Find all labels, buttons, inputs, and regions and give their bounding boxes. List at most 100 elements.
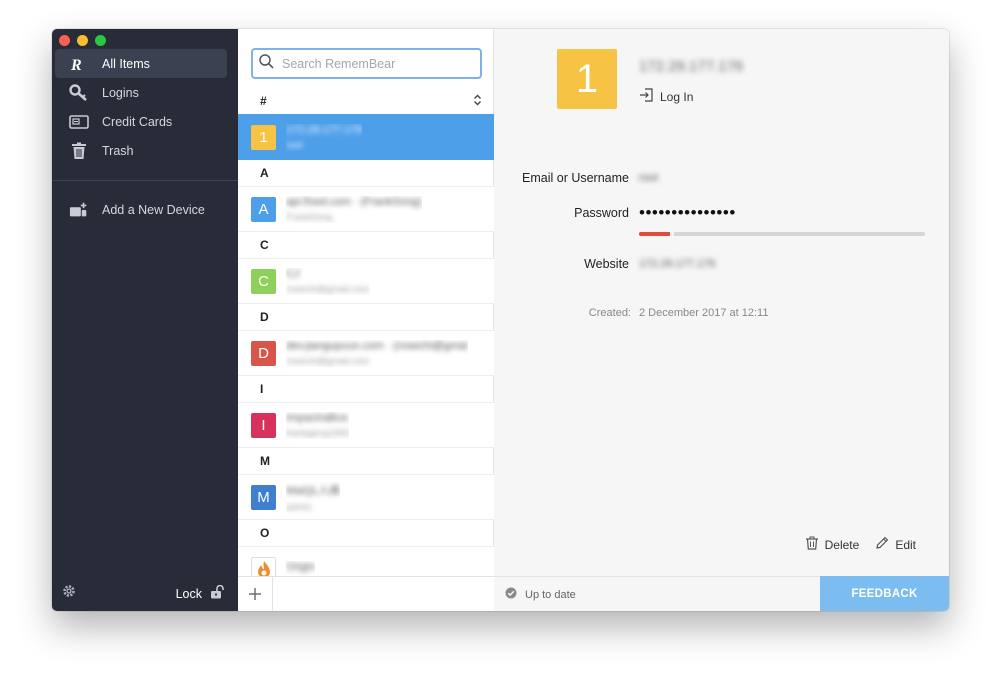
origin-flame-icon xyxy=(251,556,276,576)
list-item[interactable]: Origin xyxy=(238,546,494,576)
rememberbear-logo-icon: R xyxy=(69,55,89,73)
sidebar-nav: R All Items Logins Credit Cards Trash xyxy=(52,49,238,165)
password-strength-meter xyxy=(639,232,925,236)
item-text: 172.29.177.176 root xyxy=(286,124,362,151)
lock-button[interactable]: Lock xyxy=(176,584,224,602)
website-value[interactable]: 172.29.177.176 xyxy=(639,258,715,270)
item-title: api.fixed.com · (FrankSong) xyxy=(286,195,422,208)
section-header: # xyxy=(238,88,494,114)
check-circle-icon xyxy=(505,587,517,602)
email-value[interactable]: root xyxy=(639,172,658,184)
detail-title: 172.29.177.176 xyxy=(639,58,744,75)
created-value: 2 December 2017 at 12:11 xyxy=(639,307,769,319)
sidebar-item-all-items[interactable]: R All Items xyxy=(55,49,227,78)
sync-status: Up to date xyxy=(505,587,576,602)
list-item[interactable]: D dev.jiangupuun.com · (rosechi@gmai ros… xyxy=(238,330,494,376)
add-item-button[interactable] xyxy=(238,577,273,611)
section-letter: D xyxy=(260,310,269,324)
item-title: MaiQL入库 xyxy=(286,484,341,497)
password-strength-fill xyxy=(639,232,671,236)
edit-button[interactable]: Edit xyxy=(875,536,916,553)
delete-button[interactable]: Delete xyxy=(805,536,859,553)
add-new-device-button[interactable]: Add a New Device xyxy=(55,195,227,224)
search-input[interactable] xyxy=(280,55,480,72)
list-footer xyxy=(238,576,494,611)
close-window-button[interactable] xyxy=(59,35,70,46)
svg-text:R: R xyxy=(70,57,82,72)
item-subtitle: rosechi@gmail.com xyxy=(286,283,370,295)
section-header: I xyxy=(238,376,494,402)
website-label: Website xyxy=(584,257,629,271)
item-subtitle: admin xyxy=(286,501,312,513)
item-title: Origin xyxy=(286,561,316,573)
section-header: O xyxy=(238,520,494,546)
section-letter: O xyxy=(260,526,270,540)
section-letter: I xyxy=(260,382,264,396)
zoom-window-button[interactable] xyxy=(95,35,106,46)
log-in-label: Log In xyxy=(660,89,694,104)
items-list[interactable]: # 1 172.29.177.176 root A A api.fixed.co xyxy=(238,88,494,576)
minimize-window-button[interactable] xyxy=(77,35,88,46)
item-text: Origin xyxy=(286,561,315,576)
search-box[interactable] xyxy=(251,48,482,79)
log-in-button[interactable]: Log In xyxy=(639,88,693,105)
login-arrow-icon xyxy=(639,88,653,105)
detail-footer: Up to date FEEDBACK xyxy=(494,576,949,611)
sidebar-divider xyxy=(52,180,238,181)
section-letter: C xyxy=(260,238,269,252)
settings-gear-icon[interactable] xyxy=(62,584,76,603)
section-header: D xyxy=(238,304,494,330)
window-controls xyxy=(59,35,106,46)
feedback-button[interactable]: FEEDBACK xyxy=(820,576,949,611)
credit-card-icon xyxy=(69,113,89,131)
list-item[interactable]: C CJ rosechi@gmail.com xyxy=(238,258,494,304)
item-title: 172.29.177.176 xyxy=(286,123,363,136)
sidebar-item-credit-cards[interactable]: Credit Cards xyxy=(55,107,227,136)
list-item[interactable]: I ImpactraBus frankgeng1993 xyxy=(238,402,494,448)
list-item-selected[interactable]: 1 172.29.177.176 root xyxy=(238,114,494,160)
sidebar-item-label: Credit Cards xyxy=(102,114,173,129)
password-value[interactable]: ••••••••••••••• xyxy=(639,203,736,223)
section-letter: M xyxy=(260,454,270,468)
item-avatar: D xyxy=(251,340,276,366)
unlocked-padlock-icon xyxy=(210,584,224,602)
item-avatar: I xyxy=(251,412,276,438)
item-avatar: 1 xyxy=(251,124,276,150)
email-label: Email or Username xyxy=(522,171,629,185)
created-label: Created: xyxy=(588,307,631,319)
sidebar-item-label: All Items xyxy=(102,56,150,71)
item-text: MaiQL入库 admin xyxy=(286,482,340,513)
app-window: R All Items Logins Credit Cards Trash Ad… xyxy=(52,29,949,611)
search-icon xyxy=(259,53,274,74)
section-header: M xyxy=(238,448,494,474)
item-text: dev.jiangupuun.com · (rosechi@gmai rosec… xyxy=(286,340,468,367)
sidebar-item-label: Logins xyxy=(102,85,139,100)
section-letter: # xyxy=(260,94,267,108)
password-label: Password xyxy=(574,206,629,220)
section-header: A xyxy=(238,160,494,186)
item-title: CJ xyxy=(286,267,300,280)
sidebar-footer: Lock xyxy=(52,576,238,611)
list-item[interactable]: A api.fixed.com · (FrankSong) FrankSong xyxy=(238,186,494,232)
password-strength-gap xyxy=(670,232,675,236)
add-new-device-label: Add a New Device xyxy=(102,202,205,217)
item-title: dev.jiangupuun.com · (rosechi@gmai xyxy=(286,339,468,352)
section-letter: A xyxy=(260,166,269,180)
sidebar-item-trash[interactable]: Trash xyxy=(55,136,227,165)
pencil-icon xyxy=(875,536,889,553)
section-header: C xyxy=(238,232,494,258)
add-device-section: Add a New Device xyxy=(52,195,238,224)
item-text: CJ rosechi@gmail.com xyxy=(286,268,370,295)
item-detail-pane: 1 172.29.177.176 Log In Email or Usernam… xyxy=(494,29,949,611)
item-avatar: M xyxy=(251,484,276,510)
edit-label: Edit xyxy=(895,537,916,552)
sidebar-item-logins[interactable]: Logins xyxy=(55,78,227,107)
trash-icon xyxy=(69,142,89,160)
item-avatar: A xyxy=(251,196,276,222)
plus-icon xyxy=(249,588,261,600)
sort-chevron-icon[interactable] xyxy=(473,94,482,109)
list-item[interactable]: M MaiQL入库 admin xyxy=(238,474,494,520)
item-subtitle: rosechi@gmail.com xyxy=(286,355,370,367)
item-avatar: C xyxy=(251,268,276,294)
sidebar: R All Items Logins Credit Cards Trash Ad… xyxy=(52,29,238,611)
